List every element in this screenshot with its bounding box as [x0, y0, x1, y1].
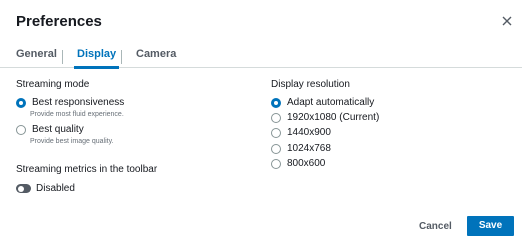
tab-camera[interactable]: Camera	[136, 48, 176, 68]
radio-description: Provide most fluid experience.	[30, 111, 124, 118]
close-icon[interactable]	[500, 14, 514, 28]
radio-button[interactable]	[271, 98, 281, 108]
radio-label: 1920x1080 (Current)	[287, 112, 380, 123]
toggle-label: Disabled	[36, 183, 75, 194]
radio-button[interactable]	[16, 125, 26, 135]
save-button[interactable]: Save	[467, 216, 514, 236]
metrics-toggle[interactable]	[16, 184, 31, 193]
streaming-mode-title: Streaming mode	[16, 79, 90, 90]
radio-label: Best responsiveness	[32, 97, 125, 108]
radio-button[interactable]	[271, 113, 281, 123]
radio-button[interactable]	[271, 159, 281, 169]
tab-divider	[121, 50, 122, 64]
radio-button[interactable]	[271, 144, 281, 154]
tab-display[interactable]: Display	[74, 48, 120, 69]
display-resolution-title: Display resolution	[271, 79, 350, 90]
tab-divider	[62, 50, 63, 64]
radio-button[interactable]	[16, 98, 26, 108]
radio-label: Adapt automatically	[287, 97, 375, 108]
radio-description: Provide best image quality.	[30, 138, 114, 145]
radio-label: 800x600	[287, 158, 326, 169]
streaming-metrics-title: Streaming metrics in the toolbar	[16, 164, 158, 175]
cancel-button[interactable]: Cancel	[419, 221, 452, 232]
radio-label: 1024x768	[287, 143, 331, 154]
tab-bar: General Display Camera	[0, 44, 522, 69]
dialog-title: Preferences	[16, 13, 102, 30]
tab-general[interactable]: General	[16, 48, 57, 68]
toggle-knob	[17, 185, 24, 192]
radio-label: 1440x900	[287, 127, 331, 138]
dialog-header: Preferences	[0, 0, 522, 44]
radio-button[interactable]	[271, 128, 281, 138]
radio-label: Best quality	[32, 124, 84, 135]
active-tab-indicator	[74, 66, 120, 69]
